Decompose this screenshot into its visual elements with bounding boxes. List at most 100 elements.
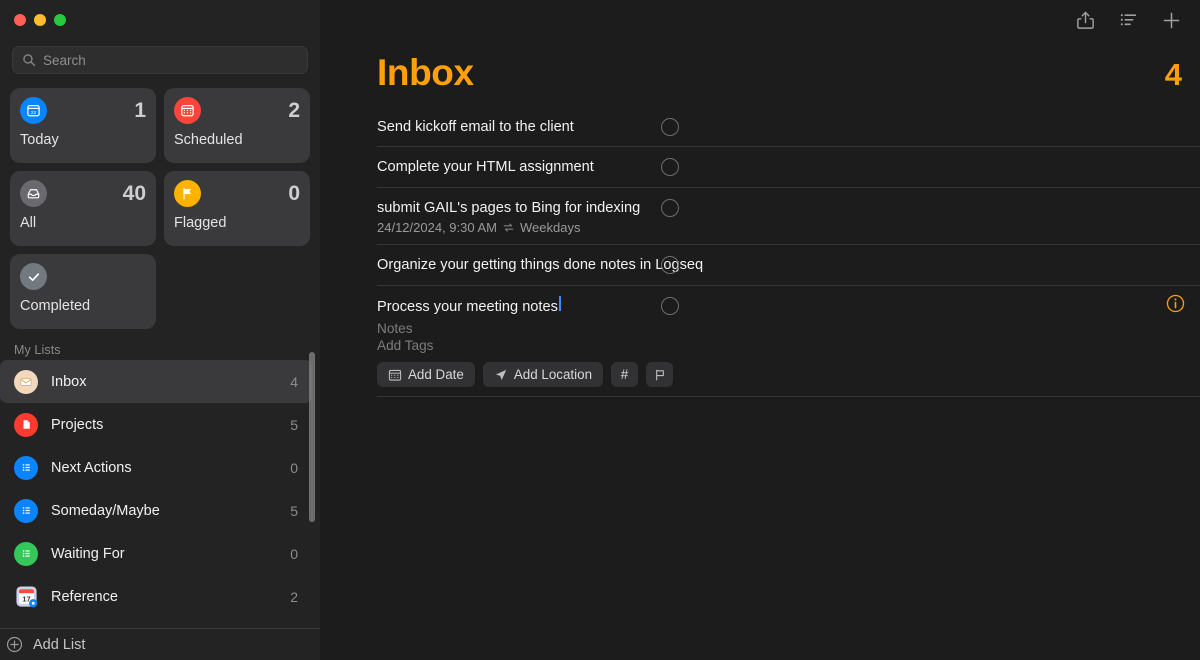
repeat-icon (503, 223, 514, 232)
page-title: Inbox (377, 52, 474, 93)
svg-text:22: 22 (31, 110, 37, 116)
smart-list-flagged[interactable]: 0 Flagged (164, 171, 310, 246)
smart-list-count: 1 (134, 99, 146, 122)
sidebar-item-label: Projects (51, 416, 104, 433)
add-list-button[interactable]: Add List (0, 628, 320, 660)
share-icon[interactable] (1075, 10, 1096, 31)
plus-circle-icon (6, 636, 23, 653)
reminder-repeat-label: Weekdays (519, 220, 581, 236)
tray-icon (20, 180, 47, 207)
reminders-list: Send kickoff email to the client Complet… (320, 94, 1200, 398)
sidebar-item-reference[interactable]: 17 Reference 2 (0, 575, 312, 618)
close-button[interactable] (14, 14, 26, 26)
sidebar-item-label: Waiting For (51, 545, 125, 562)
sidebar-item-someday-maybe[interactable]: Someday/Maybe 5 (0, 489, 312, 532)
document-icon (14, 412, 38, 437)
calendar-app-icon: 17 (14, 585, 38, 609)
add-date-label: Add Date (408, 367, 464, 383)
smart-list-label: Scheduled (174, 132, 243, 148)
reminder-title: Send kickoff email to the client (377, 119, 574, 135)
sidebar-item-inbox[interactable]: Inbox 4 (0, 360, 312, 403)
smart-list-label: Today (20, 132, 59, 148)
sidebar-item-next-actions[interactable]: Next Actions 0 (0, 446, 312, 489)
reminder-title: submit GAIL's pages to Bing for indexing (377, 199, 641, 216)
reminder-total-count: 4 (1164, 57, 1182, 92)
calendar-icon (174, 97, 201, 124)
bullet-list-icon (14, 455, 38, 480)
calendar-day-icon: 22 (20, 97, 47, 124)
minimize-button[interactable] (34, 14, 46, 26)
flag-toggle-button[interactable] (646, 362, 674, 388)
flag-icon (174, 180, 201, 207)
sidebar-item-label: Next Actions (51, 459, 132, 476)
flag-outline-icon (655, 369, 664, 381)
sidebar-item-label: Inbox (51, 373, 87, 390)
add-tag-button[interactable]: # (611, 362, 639, 388)
search-area (0, 40, 320, 74)
smart-list-completed[interactable]: Completed (10, 254, 156, 329)
reminder-row[interactable]: Send kickoff email to the client (320, 107, 1200, 148)
sidebar-item-count: 4 (290, 373, 298, 390)
smart-list-today[interactable]: 22 1 Today (10, 88, 156, 163)
tags-input[interactable]: Add Tags (377, 338, 1200, 353)
add-location-label: Add Location (513, 367, 593, 383)
my-lists-header: My Lists (14, 343, 61, 357)
sidebar-item-waiting-for[interactable]: Waiting For 0 (0, 532, 312, 575)
sidebar-item-label: Reference (51, 588, 118, 605)
main-content: Inbox 4 Send kickoff email to the client… (320, 0, 1200, 660)
my-lists-container: Inbox 4 Projects 5 Next Actions 0 Someda… (0, 360, 320, 618)
smart-list-label: Completed (20, 298, 91, 314)
toolbar (320, 0, 1200, 40)
reminder-checkbox[interactable] (661, 198, 679, 217)
editor-action-chips: Add Date Add Location # (377, 362, 1200, 388)
reminder-row[interactable]: submit GAIL's pages to Bing for indexing… (320, 188, 1200, 246)
reminder-due-date: 24/12/2024, 9:30 AM (377, 220, 497, 236)
reminder-title-input[interactable]: Process your meeting notes (377, 297, 558, 317)
reminders-window: 22 1 Today (0, 0, 1200, 660)
reminder-meta: 24/12/2024, 9:30 AM Weekdays (377, 220, 1200, 235)
notes-input[interactable]: Notes (377, 321, 1200, 336)
sidebar-item-count: 2 (290, 588, 298, 605)
add-location-button[interactable]: Add Location (482, 362, 604, 388)
add-date-button[interactable]: Add Date (377, 362, 475, 388)
smart-list-scheduled[interactable]: 2 Scheduled (164, 88, 310, 163)
window-traffic-lights (0, 0, 320, 40)
sidebar-item-count: 0 (290, 459, 298, 476)
sidebar-item-count: 5 (290, 416, 298, 433)
list-options-icon[interactable] (1118, 10, 1139, 31)
reminder-checkbox[interactable] (661, 296, 679, 315)
smart-lists-grid: 22 1 Today 2 Scheduled 40 All 0 Flagged … (0, 74, 320, 329)
reminder-info-button[interactable] (1165, 293, 1186, 314)
smart-list-count: 2 (288, 99, 300, 122)
add-list-label: Add List (33, 636, 86, 653)
bullet-list-icon (14, 541, 38, 566)
zoom-button[interactable] (54, 14, 66, 26)
search-icon (23, 54, 36, 67)
list-header: Inbox 4 (320, 40, 1200, 94)
reminder-row[interactable]: Complete your HTML assignment (320, 147, 1200, 188)
sidebar-item-count: 0 (290, 545, 298, 562)
sidebar-item-label: Someday/Maybe (51, 502, 160, 519)
smart-list-all[interactable]: 40 All (10, 171, 156, 246)
bullet-list-icon (14, 498, 38, 523)
smart-list-count: 40 (122, 182, 146, 205)
reminder-checkbox[interactable] (661, 118, 679, 136)
sidebar: 22 1 Today (0, 0, 320, 660)
reminder-row[interactable]: Organize your getting things done notes … (320, 245, 1200, 286)
sidebar-item-count: 5 (290, 502, 298, 519)
calendar-small-icon (388, 369, 402, 381)
reminder-title: Organize your getting things done notes … (377, 257, 704, 274)
envelope-icon (14, 369, 38, 394)
reminder-row-editing[interactable]: Process your meeting notes Notes Add Tag… (320, 286, 1200, 398)
search-input[interactable] (43, 52, 298, 68)
smart-list-label: All (20, 215, 37, 231)
sidebar-item-projects[interactable]: Projects 5 (0, 403, 312, 446)
location-arrow-icon (495, 369, 507, 380)
add-reminder-icon[interactable] (1161, 10, 1182, 31)
smart-list-count: 0 (288, 182, 300, 205)
sidebar-scrollbar[interactable] (309, 352, 315, 522)
search-field[interactable] (12, 46, 308, 74)
hash-icon: # (620, 367, 629, 383)
checkmark-icon (20, 263, 47, 290)
smart-list-label: Flagged (174, 215, 227, 231)
